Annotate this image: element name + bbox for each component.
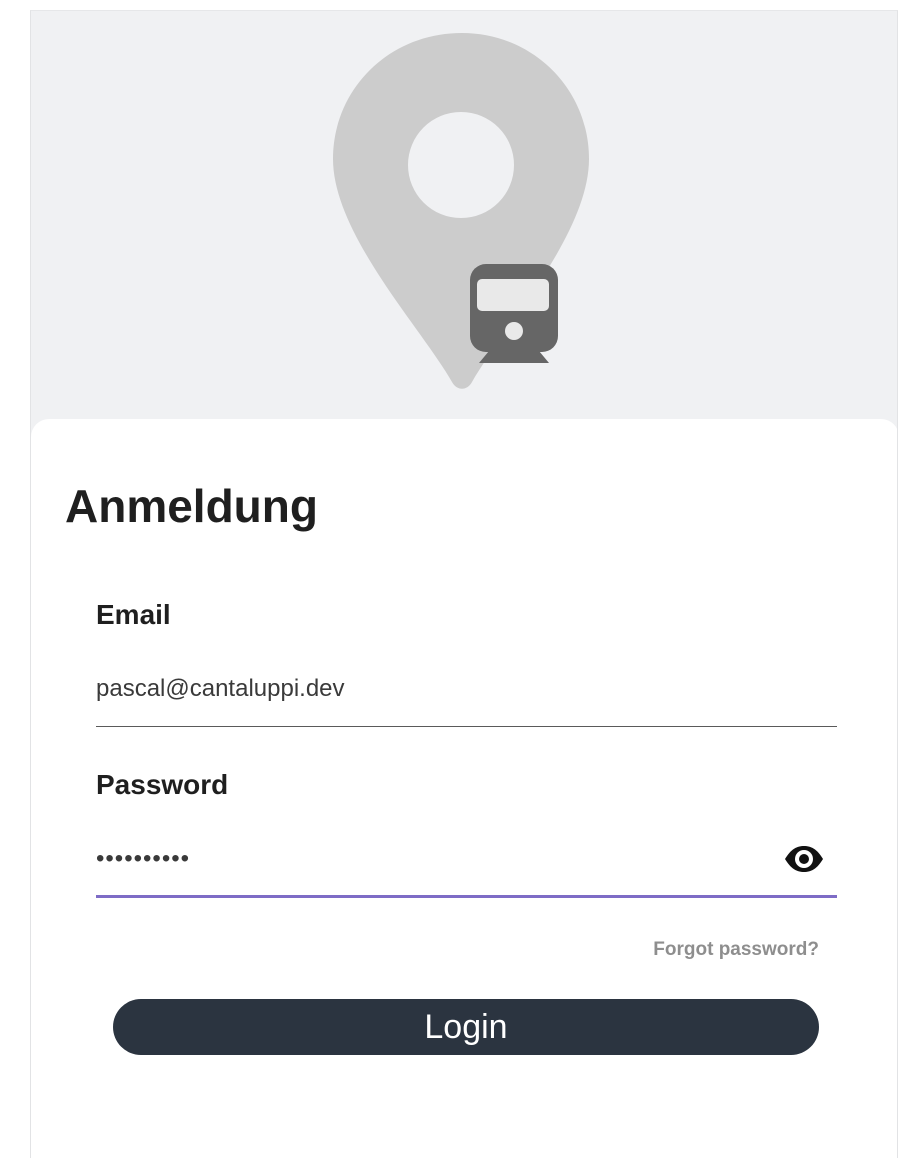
- pin-hole: [408, 112, 514, 218]
- email-underline: [96, 726, 837, 727]
- page-title: Anmeldung: [65, 480, 318, 532]
- eye-icon[interactable]: [783, 844, 825, 874]
- login-button[interactable]: Login: [113, 999, 819, 1055]
- password-field[interactable]: [96, 839, 776, 879]
- email-label: Email: [96, 599, 171, 630]
- email-field[interactable]: [96, 669, 837, 709]
- eye-icon-svg: [785, 846, 823, 872]
- password-underline: [96, 895, 837, 898]
- password-label: Password: [96, 769, 229, 800]
- login-screen: Anmeldung Email Password Forgot password…: [30, 10, 898, 1158]
- hero-banner: [31, 11, 897, 431]
- page: Anmeldung Email Password Forgot password…: [0, 0, 912, 1158]
- map-pin-train-icon: [333, 33, 589, 389]
- login-card: Anmeldung Email Password Forgot password…: [31, 419, 897, 1158]
- train-icon: [470, 264, 558, 363]
- forgot-password-link[interactable]: Forgot password?: [653, 939, 819, 961]
